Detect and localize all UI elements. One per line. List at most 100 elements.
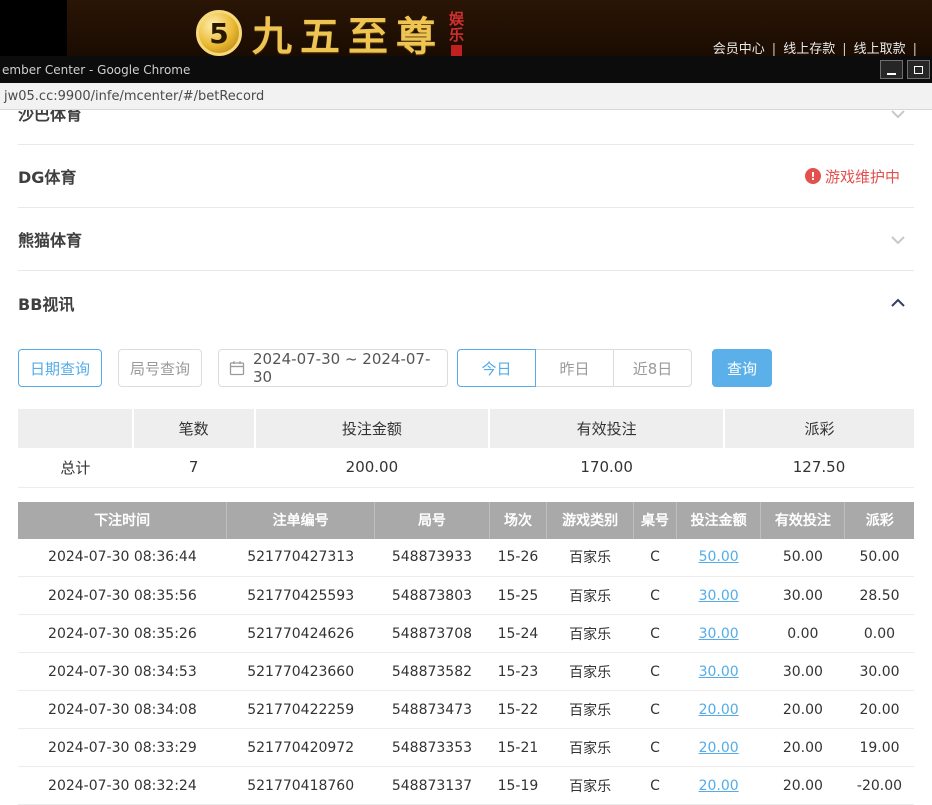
cell-round-no: 548873708 [375,615,490,653]
summary-header-row: 笔数 投注金额 有效投注 派彩 [18,409,914,448]
nav-link[interactable]: 线上取款 [854,42,906,56]
maximize-icon [914,66,923,74]
url-text: jw05.cc:9900/infe/mcenter/#/betRecord [4,89,264,104]
cell-game-type: 百家乐 [547,729,634,767]
cell-game-type: 百家乐 [547,615,634,653]
cell-bet-amount: 20.00 [677,691,761,729]
cell-bet-amount: 50.00 [677,539,761,577]
maximize-button[interactable] [907,60,930,79]
total-count: 7 [133,448,255,487]
banner-dark-block [0,0,67,56]
cell-order-no: 521770427313 [227,539,375,577]
cell-valid-bet: 30.00 [761,577,845,615]
calendar-icon [229,360,245,376]
nav-separator: | [772,42,776,56]
chevron-down-icon [890,110,906,123]
cell-order-no: 521770418760 [227,767,375,805]
date-range-input[interactable]: 2024-07-30 ~ 2024-07-30 [218,349,448,387]
chevron-down-icon [890,230,906,249]
total-payout: 127.50 [724,448,914,487]
bet-amount-link[interactable]: 30.00 [699,588,739,604]
cell-bet-time: 2024-07-30 08:32:24 [18,767,227,805]
summary-header-blank [18,409,133,448]
filter-toolbar: 日期查询 局号查询 2024-07-30 ~ 2024-07-30 今日 昨日 … [18,349,914,387]
site-logo: 5 九五至尊 娱乐 [196,4,465,56]
summary-header-valid: 有效投注 [489,409,724,448]
bet-row: 2024-07-30 08:34:08521770422259548873473… [18,691,914,729]
cell-round-no: 548873803 [375,577,490,615]
cell-round-no: 548873353 [375,729,490,767]
section-bb-video[interactable]: BB视讯 [18,271,914,334]
col-table-no: 桌号 [634,502,677,539]
nav-link[interactable]: 线上存款 [783,42,835,56]
col-game-type: 游戏类别 [547,502,634,539]
bet-amount-link[interactable]: 30.00 [699,626,739,642]
cell-valid-bet: 30.00 [761,653,845,691]
total-valid-bet: 170.00 [489,448,724,487]
nav-link[interactable]: 会员中心 [713,42,765,56]
col-bet-amount: 投注金额 [677,502,761,539]
cell-round-no: 548873137 [375,767,490,805]
yesterday-button[interactable]: 昨日 [535,349,614,387]
logo-title: 九五至尊 [252,4,444,56]
bet-amount-link[interactable]: 20.00 [699,778,739,794]
cell-valid-bet: 50.00 [761,539,845,577]
cell-bet-time: 2024-07-30 08:35:26 [18,615,227,653]
cell-bet-amount: 30.00 [677,653,761,691]
cell-order-no: 521770420972 [227,729,375,767]
cell-table-no: C [634,767,677,805]
minimize-icon [887,73,896,75]
address-bar[interactable]: jw05.cc:9900/infe/mcenter/#/betRecord [0,83,932,110]
bet-row: 2024-07-30 08:36:44521770427313548873933… [18,539,914,577]
cell-game-type: 百家乐 [547,539,634,577]
bet-record-page: 沙巴体育 DG体育 ! 游戏维护中 熊猫体育 BB视讯 日期查询 [0,110,932,805]
section-panda-sports[interactable]: 熊猫体育 [18,208,914,271]
minimize-button[interactable] [880,60,903,79]
cell-game-type: 百家乐 [547,577,634,615]
window-titlebar: ember Center - Google Chrome [0,56,932,83]
cell-valid-bet: 20.00 [761,691,845,729]
screen: 5 九五至尊 娱乐 会员中心|线上存款|线上取款| ember Center -… [0,0,932,805]
cell-bet-time: 2024-07-30 08:33:29 [18,729,227,767]
top-nav: 会员中心|线上存款|线上取款| [713,38,924,56]
cell-bet-amount: 20.00 [677,729,761,767]
date-range-value: 2024-07-30 ~ 2024-07-30 [253,350,437,386]
section-dg-sports[interactable]: DG体育 ! 游戏维护中 [18,145,914,208]
cell-table-no: C [634,577,677,615]
round-query-button[interactable]: 局号查询 [118,349,202,387]
col-round-no: 局号 [375,502,490,539]
today-button[interactable]: 今日 [457,349,536,387]
cell-game-type: 百家乐 [547,691,634,729]
cell-round-no: 548873473 [375,691,490,729]
bet-table-body: 2024-07-30 08:36:44521770427313548873933… [18,539,914,805]
cell-payout: 50.00 [845,539,914,577]
search-button[interactable]: 查询 [712,349,772,387]
bet-amount-link[interactable]: 50.00 [699,549,739,565]
section-saba-sports[interactable]: 沙巴体育 [18,110,914,145]
col-payout: 派彩 [845,502,914,539]
bet-amount-link[interactable]: 20.00 [699,702,739,718]
section-label: 熊猫体育 [18,227,82,251]
cell-valid-bet: 0.00 [761,615,845,653]
nav-separator: | [842,42,846,56]
cell-session: 15-19 [489,767,546,805]
cell-order-no: 521770422259 [227,691,375,729]
cell-table-no: C [634,539,677,577]
warning-icon: ! [805,168,821,184]
section-label: BB视讯 [18,291,74,315]
col-order-no: 注单编号 [227,502,375,539]
chevron-up-icon [890,293,906,312]
bet-amount-link[interactable]: 20.00 [699,740,739,756]
coin-icon: 5 [196,10,242,56]
bet-table-header-row: 下注时间 注单编号 局号 场次 游戏类别 桌号 投注金额 有效投注 派彩 [18,502,914,539]
section-label: DG体育 [18,164,76,188]
last8days-button[interactable]: 近8日 [613,349,692,387]
cell-bet-amount: 20.00 [677,767,761,805]
cell-game-type: 百家乐 [547,653,634,691]
cell-bet-amount: 30.00 [677,577,761,615]
cell-valid-bet: 20.00 [761,729,845,767]
bet-amount-link[interactable]: 30.00 [699,664,739,680]
cell-session: 15-23 [489,653,546,691]
date-query-button[interactable]: 日期查询 [18,349,102,387]
bet-row: 2024-07-30 08:32:24521770418760548873137… [18,767,914,805]
